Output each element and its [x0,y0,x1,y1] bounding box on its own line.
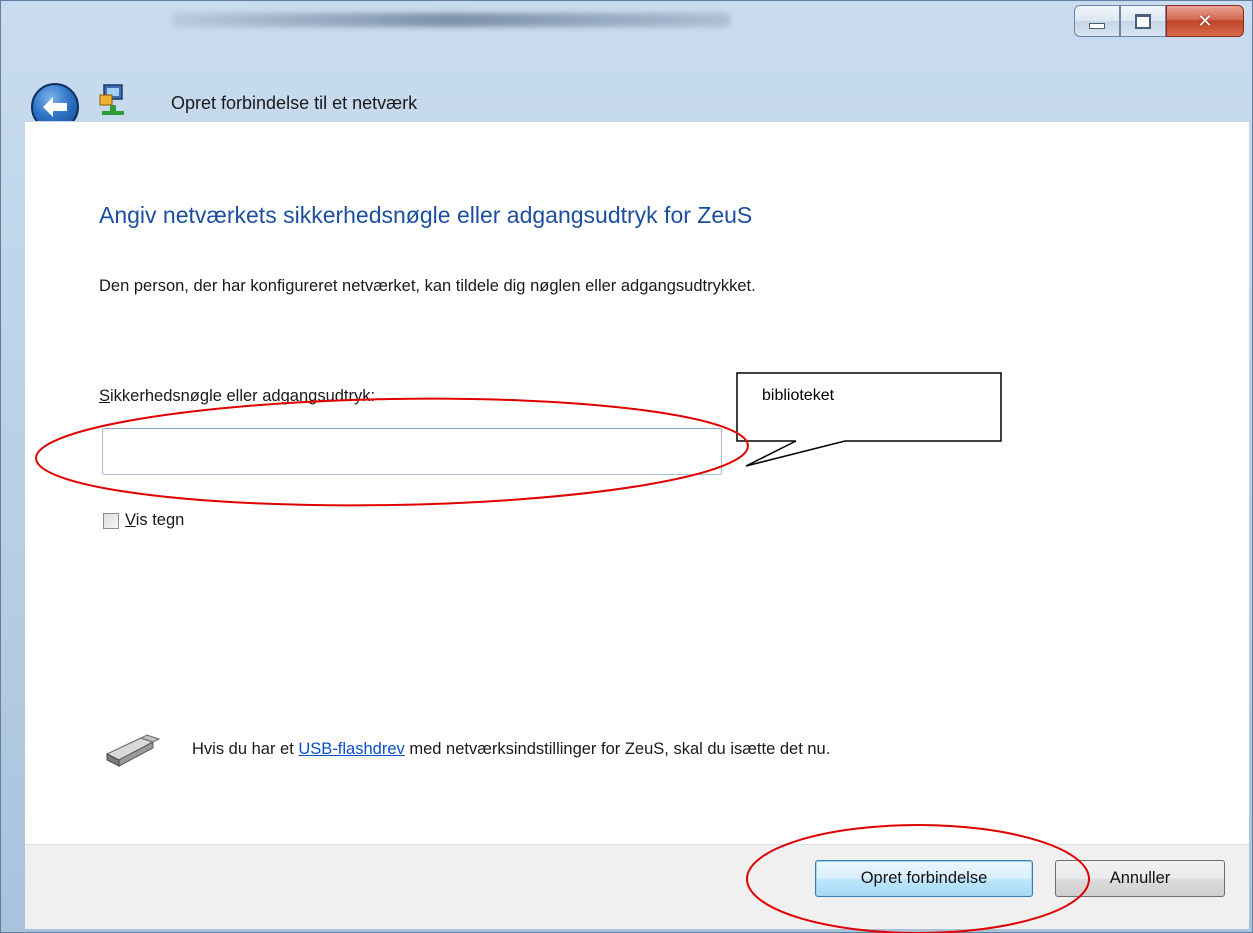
minimize-button[interactable] [1074,5,1120,37]
wizard-footer: Opret forbindelse Annuller [25,844,1249,929]
security-key-label-accesskey: S [99,387,111,405]
wizard-title: Opret forbindelse til et netværk [171,93,418,113]
callout-text: biblioteket [762,387,835,404]
page-heading: Angiv netværkets sikkerhedsnøgle eller a… [99,202,753,228]
show-characters-checkbox[interactable] [103,512,119,529]
network-connection-icon [99,84,124,115]
security-key-input[interactable] [102,428,722,475]
description-text: Den person, der har konfigureret netværk… [99,277,756,295]
wizard-window: ✕ Opret forbindelse til et netværk Angiv… [0,0,1253,933]
wizard-nav-bar: Opret forbindelse til et netværk [1,45,1252,131]
show-characters-label-rest: is tegn [135,511,185,529]
cancel-button[interactable]: Annuller [1055,860,1225,897]
back-arrow-icon [43,97,67,117]
security-key-label-rest: ikkerhedsnøgle eller adgangsudtryk: [110,387,376,405]
connect-button[interactable]: Opret forbindelse [815,860,1033,897]
usb-drive-icon [105,734,161,767]
caption-buttons: ✕ [1074,5,1244,37]
minimize-icon [1089,23,1105,29]
show-characters-label[interactable]: Vis tegn [125,511,184,530]
show-characters-row[interactable]: Vis tegn [103,511,184,530]
show-characters-accesskey: V [125,511,136,529]
maximize-icon [1135,13,1151,29]
blurred-window-title [171,13,731,27]
security-key-label: Sikkerhedsnøgle eller adgangsudtryk: [99,387,375,406]
usb-flashdrive-link[interactable]: USB-flashdrev [298,740,404,758]
usb-hint-text: Hvis du har et USB-flashdrev med netværk… [192,735,872,763]
maximize-button[interactable] [1120,5,1166,37]
close-icon: ✕ [1197,10,1213,32]
close-button[interactable]: ✕ [1166,5,1244,37]
wizard-content: Angiv netværkets sikkerhedsnøgle eller a… [25,121,1249,845]
usb-hint-after: med netværksindstillinger for ZeuS, skal… [404,740,831,758]
title-bar[interactable]: ✕ [1,1,1252,45]
usb-hint-before: Hvis du har et [192,740,299,758]
